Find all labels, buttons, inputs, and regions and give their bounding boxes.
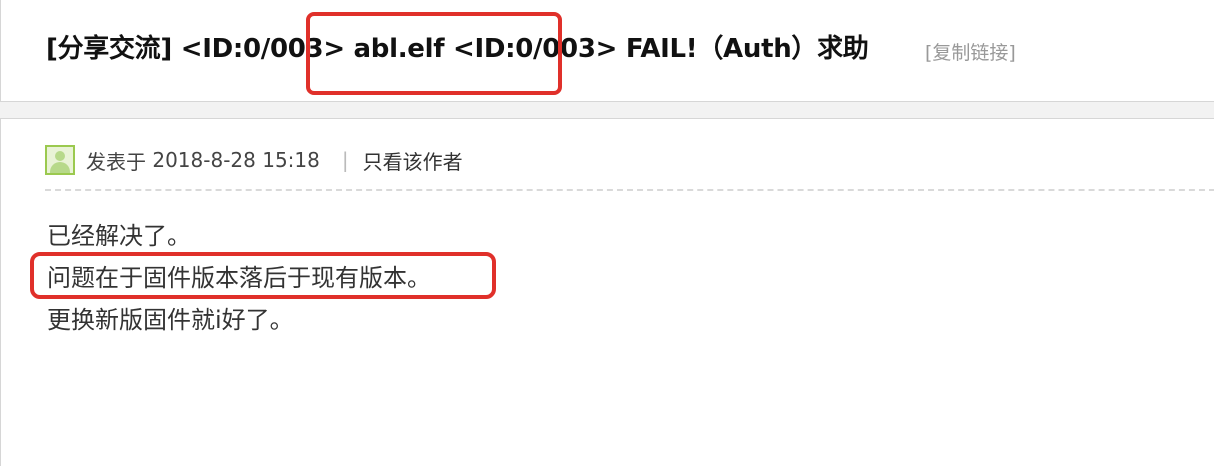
meta-separator: | — [341, 148, 349, 172]
post-line: 问题在于固件版本落后于现有版本。 — [47, 264, 431, 292]
thread-title: [分享交流] <ID:0/003> abl.elf <ID:0/003> FAI… — [46, 34, 869, 64]
meta-divider — [45, 189, 1214, 191]
posted-time: 2018-8-28 15:18 — [152, 148, 320, 172]
avatar-icon[interactable] — [45, 145, 75, 175]
post-line: 更换新版固件就i好了。 — [47, 306, 294, 334]
post-line: 已经解决了。 — [47, 222, 191, 250]
post-meta: 发表于 2018-8-28 15:18 | 只看该作者 — [45, 145, 463, 175]
posted-label: 发表于 — [86, 149, 146, 174]
thread-header: [分享交流] <ID:0/003> abl.elf <ID:0/003> FAI… — [0, 0, 1214, 102]
post-body: 已经解决了。 问题在于固件版本落后于现有版本。 更换新版固件就i好了。 — [47, 215, 431, 341]
post: 发表于 2018-8-28 15:18 | 只看该作者 已经解决了。 问题在于固… — [0, 118, 1214, 466]
author-only-link[interactable]: 只看该作者 — [363, 146, 463, 175]
copy-link-button[interactable]: [复制链接] — [925, 38, 1016, 65]
